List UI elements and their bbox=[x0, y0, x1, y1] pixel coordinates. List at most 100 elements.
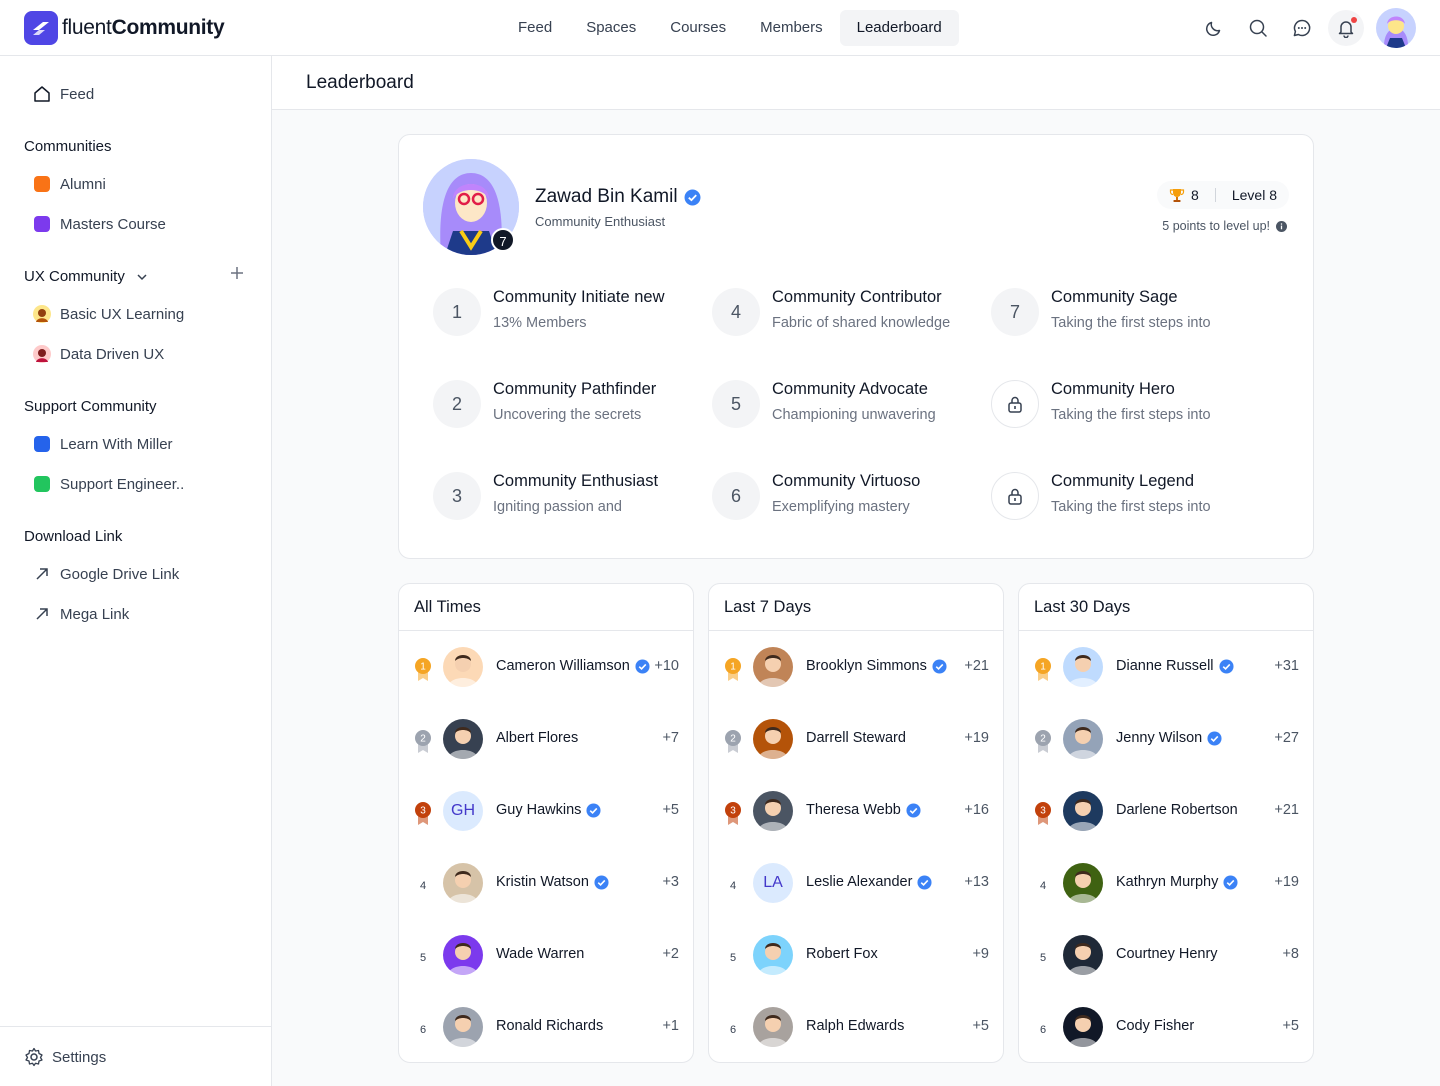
sidebar-item-support-engineer[interactable]: Support Engineer.. bbox=[24, 464, 248, 504]
leaderboard-row[interactable]: 1 Brooklyn Simmons +21 bbox=[709, 637, 1003, 697]
member-avatar[interactable] bbox=[753, 791, 793, 831]
member-name[interactable]: Darrell Steward bbox=[806, 730, 906, 746]
leaderboard-row[interactable]: 4 Kathryn Murphy +19 bbox=[1019, 853, 1313, 913]
leaderboard-row[interactable]: 3 GH Guy Hawkins +5 bbox=[399, 781, 693, 841]
member-name[interactable]: Ralph Edwards bbox=[806, 1018, 904, 1034]
leaderboard-row[interactable]: 2 Jenny Wilson +27 bbox=[1019, 709, 1313, 769]
leaderboard-row[interactable]: 6 Ronald Richards +1 bbox=[399, 997, 693, 1057]
member-avatar[interactable] bbox=[1063, 719, 1103, 759]
member-avatar[interactable] bbox=[753, 719, 793, 759]
member-name[interactable]: Ronald Richards bbox=[496, 1018, 603, 1034]
member-name-text: Darlene Robertson bbox=[1116, 802, 1238, 818]
bell-icon[interactable] bbox=[1328, 10, 1364, 46]
member-name[interactable]: Wade Warren bbox=[496, 946, 584, 962]
sidebar-item-alumni[interactable]: Alumni bbox=[24, 164, 248, 204]
member-avatar[interactable] bbox=[753, 935, 793, 975]
leaderboard-row[interactable]: 1 Dianne Russell +31 bbox=[1019, 637, 1313, 697]
member-name[interactable]: Brooklyn Simmons bbox=[806, 658, 947, 674]
top-actions bbox=[1196, 8, 1416, 48]
badge-item[interactable]: Community Legend Taking the first steps i… bbox=[991, 466, 1261, 526]
member-avatar[interactable] bbox=[443, 719, 483, 759]
member-name[interactable]: Cameron Williamson bbox=[496, 658, 650, 674]
member-name[interactable]: Kathryn Murphy bbox=[1116, 874, 1238, 890]
member-name[interactable]: Guy Hawkins bbox=[496, 802, 601, 818]
badge-title: Community Initiate new bbox=[493, 288, 665, 306]
sidebar-item-feed[interactable]: Feed bbox=[24, 74, 248, 114]
member-name[interactable]: Darlene Robertson bbox=[1116, 802, 1238, 818]
member-name[interactable]: Albert Flores bbox=[496, 730, 578, 746]
sidebar-item-masters-course[interactable]: Masters Course bbox=[24, 204, 248, 244]
leaderboard-row[interactable]: 5 Wade Warren +2 bbox=[399, 925, 693, 985]
badge-item[interactable]: 4 Community Contributor Fabric of shared k… bbox=[712, 282, 982, 342]
add-space-icon[interactable] bbox=[230, 263, 244, 286]
member-avatar[interactable]: LA bbox=[753, 863, 793, 903]
member-avatar[interactable] bbox=[1063, 791, 1103, 831]
sidebar-item-google-drive-link[interactable]: Google Drive Link bbox=[24, 554, 248, 594]
leaderboard-row[interactable]: 3 Theresa Webb +16 bbox=[709, 781, 1003, 841]
member-name-text: Courtney Henry bbox=[1116, 946, 1218, 962]
member-avatar[interactable] bbox=[443, 647, 483, 687]
badge-item[interactable]: Community Hero Taking the first steps int… bbox=[991, 374, 1261, 434]
badge-item[interactable]: 1 Community Initiate new 13% Members bbox=[433, 282, 703, 342]
member-avatar[interactable]: GH bbox=[443, 791, 483, 831]
member-name-text: Guy Hawkins bbox=[496, 802, 582, 818]
leaderboard-row[interactable]: 4 Kristin Watson +3 bbox=[399, 853, 693, 913]
member-name[interactable]: Courtney Henry bbox=[1116, 946, 1218, 962]
moon-icon[interactable] bbox=[1196, 10, 1232, 46]
search-icon[interactable] bbox=[1240, 10, 1276, 46]
member-avatar[interactable] bbox=[1063, 647, 1103, 687]
member-points: +7 bbox=[662, 730, 679, 746]
nav-courses[interactable]: Courses bbox=[653, 10, 743, 46]
nav-feed[interactable]: Feed bbox=[501, 10, 569, 46]
member-avatar[interactable] bbox=[1063, 863, 1103, 903]
sidebar-item-mega-link[interactable]: Mega Link bbox=[24, 594, 248, 634]
leaderboard-row[interactable]: 1 Cameron Williamson +10 bbox=[399, 637, 693, 697]
section-title-ux-community[interactable]: UX Community bbox=[24, 268, 149, 285]
user-avatar[interactable] bbox=[1376, 8, 1416, 48]
leaderboard-row[interactable]: 4 LA Leslie Alexander +13 bbox=[709, 853, 1003, 913]
badge-item[interactable]: 7 Community Sage Taking the first steps in… bbox=[991, 282, 1261, 342]
badge-item[interactable]: 3 Community Enthusiast Igniting passion an… bbox=[433, 466, 703, 526]
nav-spaces[interactable]: Spaces bbox=[569, 10, 653, 46]
leaderboard-row[interactable]: 6 Cody Fisher +5 bbox=[1019, 997, 1313, 1057]
sidebar-item-data-driven-ux[interactable]: Data Driven UX bbox=[24, 334, 248, 374]
member-name[interactable]: Dianne Russell bbox=[1116, 658, 1234, 674]
sidebar-item-basic-ux-learning[interactable]: Basic UX Learning bbox=[24, 294, 248, 334]
leaderboard-row[interactable]: 5 Courtney Henry +8 bbox=[1019, 925, 1313, 985]
member-avatar[interactable] bbox=[753, 1007, 793, 1047]
badge-item[interactable]: 5 Community Advocate Championing unwaverin… bbox=[712, 374, 982, 434]
leaderboard-row[interactable]: 2 Albert Flores +7 bbox=[399, 709, 693, 769]
member-name[interactable]: Robert Fox bbox=[806, 946, 878, 962]
logo-mark-icon bbox=[24, 11, 58, 45]
leaderboard-row[interactable]: 2 Darrell Steward +19 bbox=[709, 709, 1003, 769]
leaderboard-row[interactable]: 5 Robert Fox +9 bbox=[709, 925, 1003, 985]
member-avatar[interactable] bbox=[1063, 1007, 1103, 1047]
member-name[interactable]: Kristin Watson bbox=[496, 874, 609, 890]
space-color-icon bbox=[24, 216, 60, 232]
badge-item[interactable]: 6 Community Virtuoso Exemplifying mastery bbox=[712, 466, 982, 526]
member-avatar[interactable] bbox=[443, 935, 483, 975]
badge-description: Taking the first steps into bbox=[1051, 315, 1211, 331]
member-name[interactable]: Theresa Webb bbox=[806, 802, 921, 818]
leaderboard-row[interactable]: 3 Darlene Robertson +21 bbox=[1019, 781, 1313, 841]
settings-button[interactable]: Settings bbox=[16, 1037, 240, 1077]
sidebar-item-learn-with-miller[interactable]: Learn With Miller bbox=[24, 424, 248, 464]
leaderboard-row[interactable]: 6 Ralph Edwards +5 bbox=[709, 997, 1003, 1057]
member-avatar[interactable] bbox=[443, 1007, 483, 1047]
sidebar-item-label: Support Engineer.. bbox=[60, 475, 185, 493]
chat-icon[interactable] bbox=[1284, 10, 1320, 46]
badge-description: Championing unwavering bbox=[772, 407, 936, 423]
member-name[interactable]: Jenny Wilson bbox=[1116, 730, 1222, 746]
member-name[interactable]: Cody Fisher bbox=[1116, 1018, 1194, 1034]
member-avatar[interactable] bbox=[1063, 935, 1103, 975]
leaderboard-title: Last 30 Days bbox=[1019, 584, 1313, 631]
member-avatar[interactable] bbox=[443, 863, 483, 903]
info-icon[interactable] bbox=[1276, 220, 1287, 232]
member-name[interactable]: Leslie Alexander bbox=[806, 874, 932, 890]
rank-number: 6 bbox=[419, 1024, 427, 1036]
app-logo[interactable]: fluentCommunity bbox=[24, 11, 225, 45]
nav-members[interactable]: Members bbox=[743, 10, 840, 46]
nav-leaderboard[interactable]: Leaderboard bbox=[839, 10, 959, 46]
member-avatar[interactable] bbox=[753, 647, 793, 687]
badge-item[interactable]: 2 Community Pathfinder Uncovering the secr… bbox=[433, 374, 703, 434]
